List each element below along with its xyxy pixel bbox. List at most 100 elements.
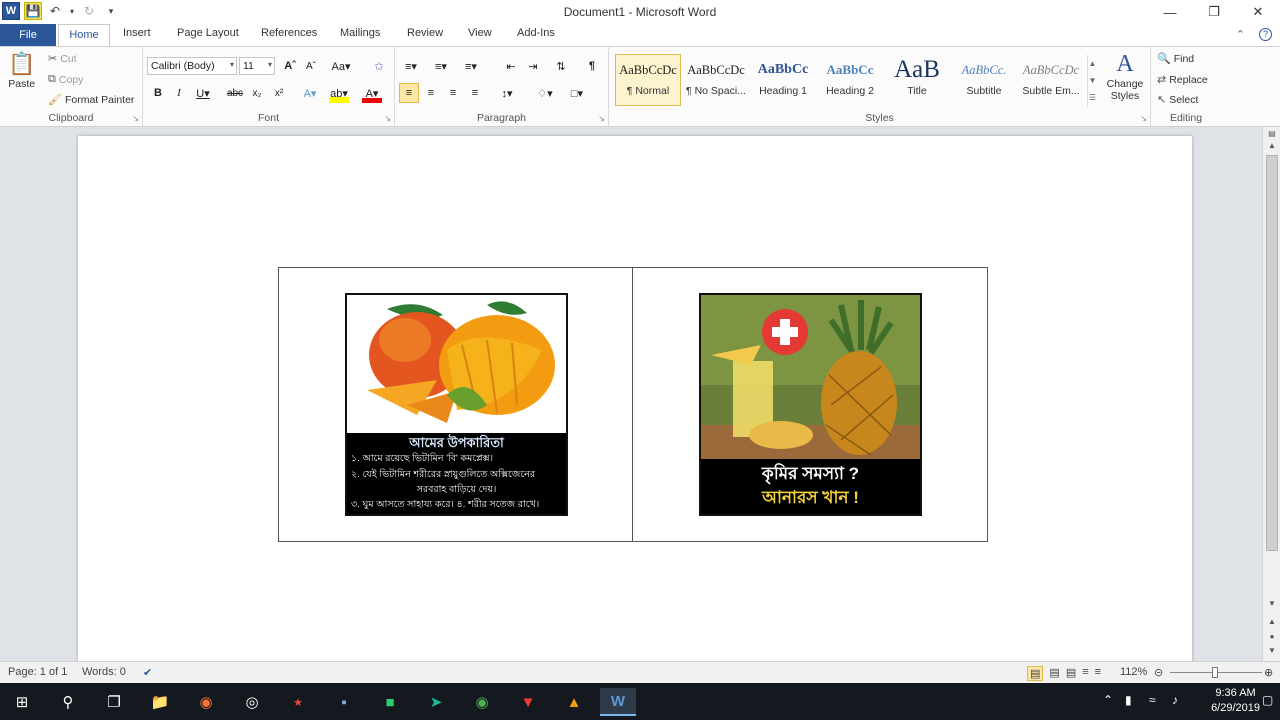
notifications-icon[interactable]: ▢ bbox=[1262, 693, 1273, 707]
zoom-out-icon[interactable]: ⊝ bbox=[1154, 666, 1163, 679]
grow-font-icon[interactable]: Aˆ bbox=[280, 56, 300, 76]
change-case-icon[interactable]: Aa▾ bbox=[331, 56, 351, 76]
file-explorer-icon[interactable]: 📁 bbox=[142, 688, 178, 716]
multilevel-list-icon[interactable]: ≡▾ bbox=[461, 56, 481, 76]
dialog-launcher-icon[interactable]: ↘ bbox=[1140, 114, 1147, 123]
outline-icon[interactable]: ≡ bbox=[1082, 666, 1088, 681]
find-button[interactable]: 🔍 Find bbox=[1157, 52, 1194, 66]
full-screen-reading-icon[interactable]: ▤ bbox=[1049, 666, 1059, 681]
tab-page-layout[interactable]: Page Layout bbox=[177, 27, 239, 39]
restore-icon[interactable]: ❐ bbox=[1192, 0, 1236, 24]
clear-formatting-icon[interactable]: ✩ bbox=[369, 56, 389, 76]
bullets-icon[interactable]: ≡▾ bbox=[401, 56, 421, 76]
zoom-level[interactable]: 112% bbox=[1120, 666, 1147, 678]
taskbar-clock[interactable]: 9:36 AM 6/29/2019 bbox=[1211, 686, 1260, 716]
table-cell-right[interactable]: কৃমির সমস্যা ? আনারস খান ! bbox=[633, 268, 987, 541]
underline-icon[interactable]: U▾ bbox=[193, 83, 213, 103]
show-marks-icon[interactable]: ¶ bbox=[582, 56, 602, 76]
mango-image[interactable]: আমের উপকারিতা ১. আমে রয়েছে ভিটামিন 'বি'… bbox=[345, 293, 568, 516]
font-color-icon[interactable]: A▾ bbox=[362, 83, 382, 103]
replace-button[interactable]: ⇄ Replace bbox=[1157, 73, 1208, 87]
zoom-slider-thumb[interactable] bbox=[1212, 667, 1218, 678]
dialog-launcher-icon[interactable]: ↘ bbox=[384, 114, 391, 123]
style-subtle-emphasis[interactable]: AaBbCcDc Subtle Em... bbox=[1018, 54, 1084, 106]
next-page-icon[interactable]: ▼ bbox=[1263, 646, 1280, 660]
tab-file[interactable]: File bbox=[0, 24, 56, 46]
volume-icon[interactable]: ♪ bbox=[1172, 693, 1178, 707]
help-icon[interactable]: ? bbox=[1259, 28, 1272, 41]
print-layout-icon[interactable]: ▤ bbox=[1027, 666, 1044, 681]
battery-icon[interactable]: ▮ bbox=[1125, 693, 1132, 707]
minimize-icon[interactable]: — bbox=[1148, 0, 1192, 24]
page-count[interactable]: Page: 1 of 1 bbox=[8, 666, 67, 678]
zoom-in-icon[interactable]: ⊕ bbox=[1264, 666, 1273, 679]
style-subtitle[interactable]: AaBbCc. Subtitle bbox=[951, 54, 1017, 106]
pineapple-image[interactable]: কৃমির সমস্যা ? আনারস খান ! bbox=[699, 293, 922, 516]
decrease-indent-icon[interactable]: ⇤ bbox=[501, 56, 521, 76]
borders-icon[interactable]: □▾ bbox=[567, 83, 587, 103]
align-left-icon[interactable]: ≡ bbox=[399, 83, 419, 103]
justify-icon[interactable]: ≡ bbox=[465, 83, 485, 103]
tab-mailings[interactable]: Mailings bbox=[340, 27, 380, 39]
notepad-icon[interactable]: ▪ bbox=[326, 688, 362, 716]
tab-insert[interactable]: Insert bbox=[123, 27, 151, 39]
style-heading-2[interactable]: AaBbCc Heading 2 bbox=[817, 54, 883, 106]
superscript-icon[interactable]: x² bbox=[269, 83, 289, 103]
style-heading-1[interactable]: AaBbCc Heading 1 bbox=[750, 54, 816, 106]
tab-view[interactable]: View bbox=[468, 27, 492, 39]
wifi-icon[interactable]: ≈ bbox=[1149, 693, 1156, 707]
scroll-down-icon[interactable]: ▼ bbox=[1263, 599, 1280, 613]
strikethrough-icon[interactable]: abc bbox=[225, 83, 245, 103]
style-normal[interactable]: AaBbCcDc ¶ Normal bbox=[615, 54, 681, 106]
scrollbar-thumb[interactable] bbox=[1266, 155, 1278, 551]
styles-scroll[interactable]: ▲ ▼ ☰ bbox=[1087, 55, 1097, 107]
format-painter-button[interactable]: 🖌 Format Painter bbox=[48, 93, 134, 107]
tab-review[interactable]: Review bbox=[407, 27, 443, 39]
draft-icon[interactable]: ≡ bbox=[1095, 666, 1101, 681]
style-title[interactable]: AaB Title bbox=[884, 54, 950, 106]
dialog-launcher-icon[interactable]: ↘ bbox=[132, 114, 139, 123]
close-icon[interactable]: ✕ bbox=[1236, 0, 1280, 24]
vlc-icon[interactable]: ▲ bbox=[556, 688, 592, 716]
word-count[interactable]: Words: 0 bbox=[82, 666, 126, 678]
shading-icon[interactable]: ♢▾ bbox=[535, 83, 555, 103]
style-no-spacing[interactable]: AaBbCcDc ¶ No Spaci... bbox=[683, 54, 749, 106]
dialog-launcher-icon[interactable]: ↘ bbox=[598, 114, 605, 123]
cut-button[interactable]: ✂ Cut bbox=[48, 52, 77, 66]
obs-icon[interactable]: ◎ bbox=[234, 688, 270, 716]
document-page[interactable]: আমের উপকারিতা ১. আমে রয়েছে ভিটামিন 'বি'… bbox=[78, 136, 1192, 661]
bangla-app-icon[interactable]: ★ bbox=[280, 688, 316, 716]
search-icon[interactable]: ⚲ bbox=[50, 688, 86, 716]
font-size-select[interactable]: 11 ▾ bbox=[239, 57, 275, 75]
table-cell-left[interactable]: আমের উপকারিতা ১. আমে রয়েছে ভিটামিন 'বি'… bbox=[279, 268, 633, 541]
editor-icon[interactable]: ➤ bbox=[418, 688, 454, 716]
web-layout-icon[interactable]: ▤ bbox=[1066, 666, 1076, 681]
shrink-font-icon[interactable]: Aˇ bbox=[301, 56, 321, 76]
numbering-icon[interactable]: ≡▾ bbox=[431, 56, 451, 76]
camtasia-icon[interactable]: ■ bbox=[372, 688, 408, 716]
previous-page-icon[interactable]: ▲ bbox=[1263, 617, 1280, 631]
increase-indent-icon[interactable]: ⇥ bbox=[523, 56, 543, 76]
bold-icon[interactable]: B bbox=[148, 83, 168, 103]
chrome-icon[interactable]: ◉ bbox=[464, 688, 500, 716]
tab-home[interactable]: Home bbox=[58, 24, 110, 47]
select-button[interactable]: ↖ Select bbox=[1157, 93, 1198, 107]
align-center-icon[interactable]: ≡ bbox=[421, 83, 441, 103]
word-taskbar-icon[interactable]: W bbox=[600, 688, 636, 716]
sort-icon[interactable]: ⇅ bbox=[551, 56, 571, 76]
italic-icon[interactable]: I bbox=[169, 83, 189, 103]
font-name-select[interactable]: Calibri (Body) ▾ bbox=[147, 57, 237, 75]
task-view-icon[interactable]: ❐ bbox=[96, 688, 132, 716]
paste-button[interactable]: 📋 Paste bbox=[8, 51, 35, 90]
subscript-icon[interactable]: x₂ bbox=[247, 83, 267, 103]
browse-object-icon[interactable]: ● bbox=[1263, 632, 1280, 646]
image-table[interactable]: আমের উপকারিতা ১. আমে রয়েছে ভিটামিন 'বি'… bbox=[278, 267, 988, 542]
change-styles-button[interactable]: A Change Styles bbox=[1103, 51, 1147, 102]
vivaldi-icon[interactable]: ▼ bbox=[510, 688, 546, 716]
align-right-icon[interactable]: ≡ bbox=[443, 83, 463, 103]
line-spacing-icon[interactable]: ↕▾ bbox=[497, 83, 517, 103]
vertical-scrollbar[interactable]: ▤ ▲ ▼ ▲ ● ▼ bbox=[1262, 127, 1280, 661]
copy-button[interactable]: ⧉ Copy bbox=[48, 73, 83, 86]
text-effects-icon[interactable]: A▾ bbox=[300, 83, 320, 103]
tab-add-ins[interactable]: Add-Ins bbox=[517, 27, 555, 39]
